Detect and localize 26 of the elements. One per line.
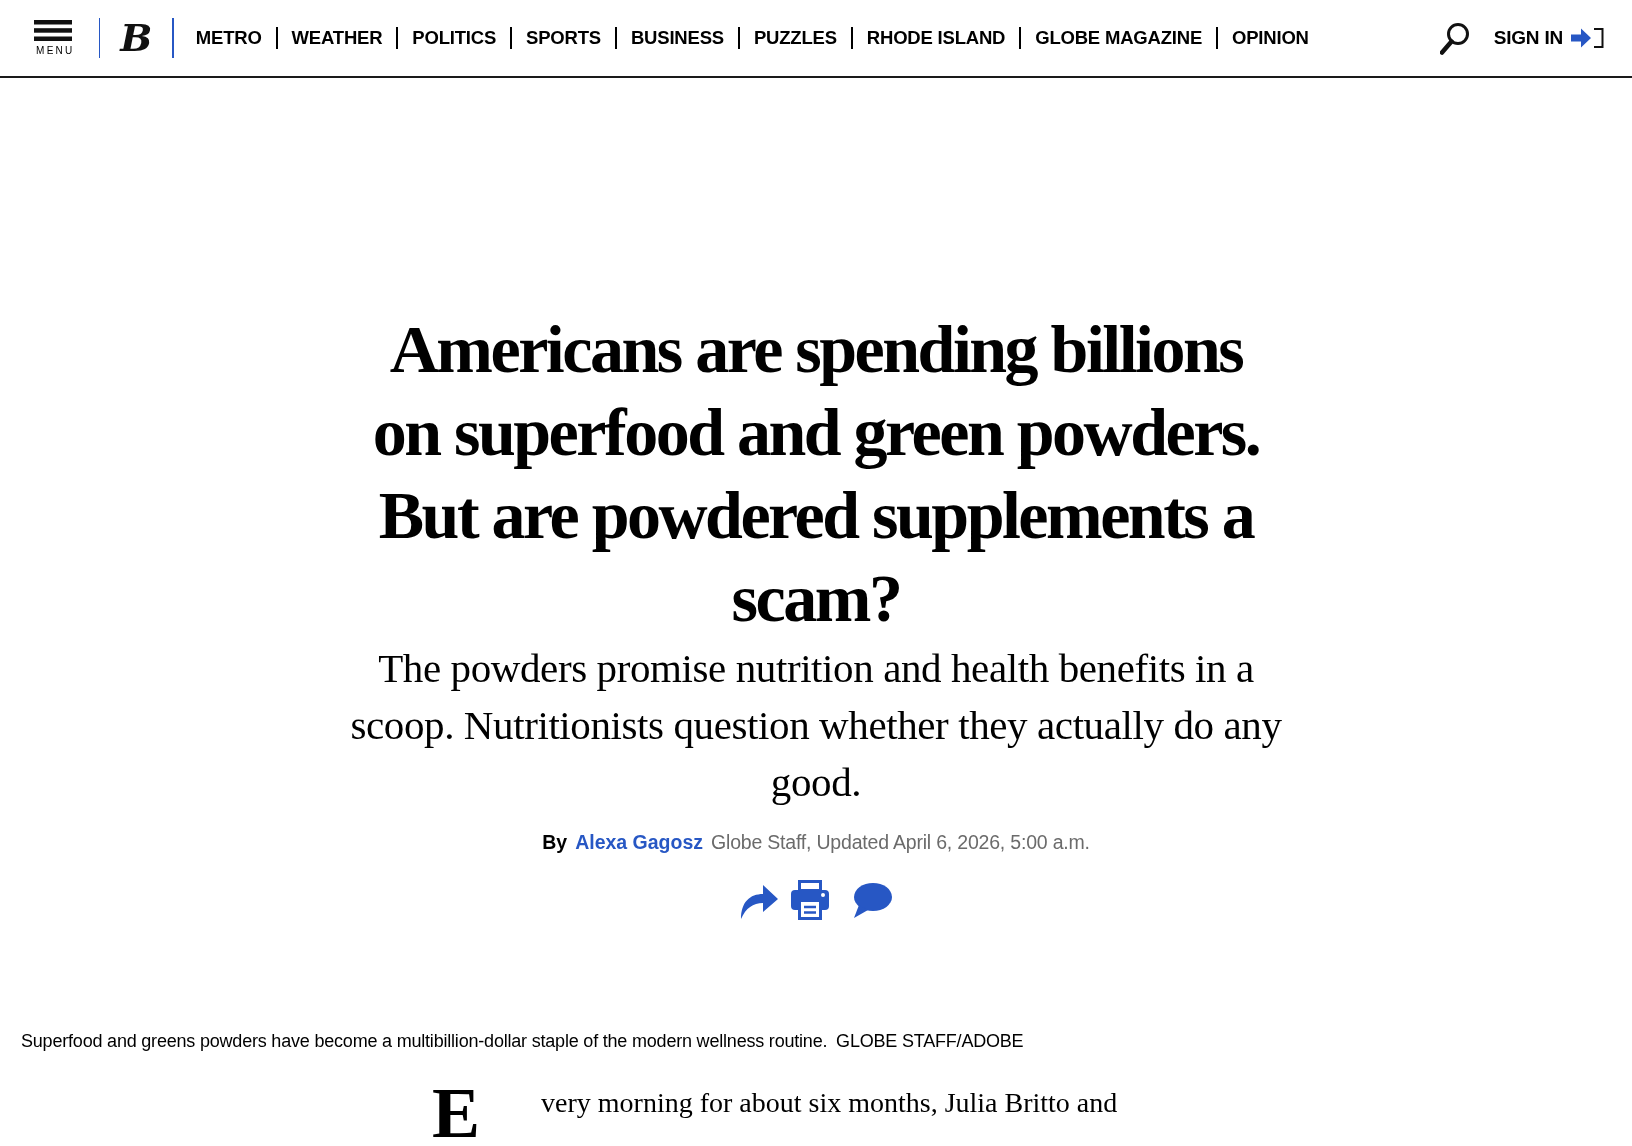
nav-link[interactable]: WEATHER [277,24,397,52]
nav-link[interactable]: OPINION [1218,24,1323,52]
body-text: very morning for about six months, Julia Britto and [541,1086,1118,1120]
menu-button[interactable]: MENU [34,20,75,56]
menu-icon [34,20,72,41]
sign-in-icon [1571,27,1605,49]
search-icon[interactable] [1439,21,1470,55]
nav-link[interactable]: METRO [181,24,276,52]
headline: Americans are spending billions on superfood and green powders. But are powdered supplements a scam? [371,310,1261,638]
printer-icon[interactable] [790,880,830,920]
photo-caption: Superfood and greens powders have become a multibillion-dollar staple of the modern wellness routine. [21,1031,828,1051]
nav-link[interactable]: GLOBE MAGAZINE [1021,24,1216,52]
comment-icon[interactable] [852,882,892,918]
nav-link[interactable]: RHODE ISLAND [852,24,1020,52]
nav-link[interactable]: PUZZLES [739,24,851,52]
nav-link[interactable]: SPORTS [512,24,615,52]
nav-link[interactable]: POLITICS [398,24,511,52]
byline-date: Globe Staff, Updated April 6, 2026, 5:00 a.m. [711,830,1090,855]
byline-prefix: By [542,830,568,855]
drop-cap: E [432,1085,481,1141]
nav-link[interactable]: BUSINESS [616,24,738,52]
photo-credit: GLOBE STAFF/ADOBE [836,1031,1024,1051]
subheadline: The powders promise nutrition and health benefits in a scoop. Nutritionists question whether they actually do any good. [349,644,1283,807]
site-logo[interactable]: B [116,19,157,57]
author-link[interactable]: Alexa Gagosz [575,828,704,856]
sign-in-link[interactable]: SIGN IN [1493,23,1605,53]
